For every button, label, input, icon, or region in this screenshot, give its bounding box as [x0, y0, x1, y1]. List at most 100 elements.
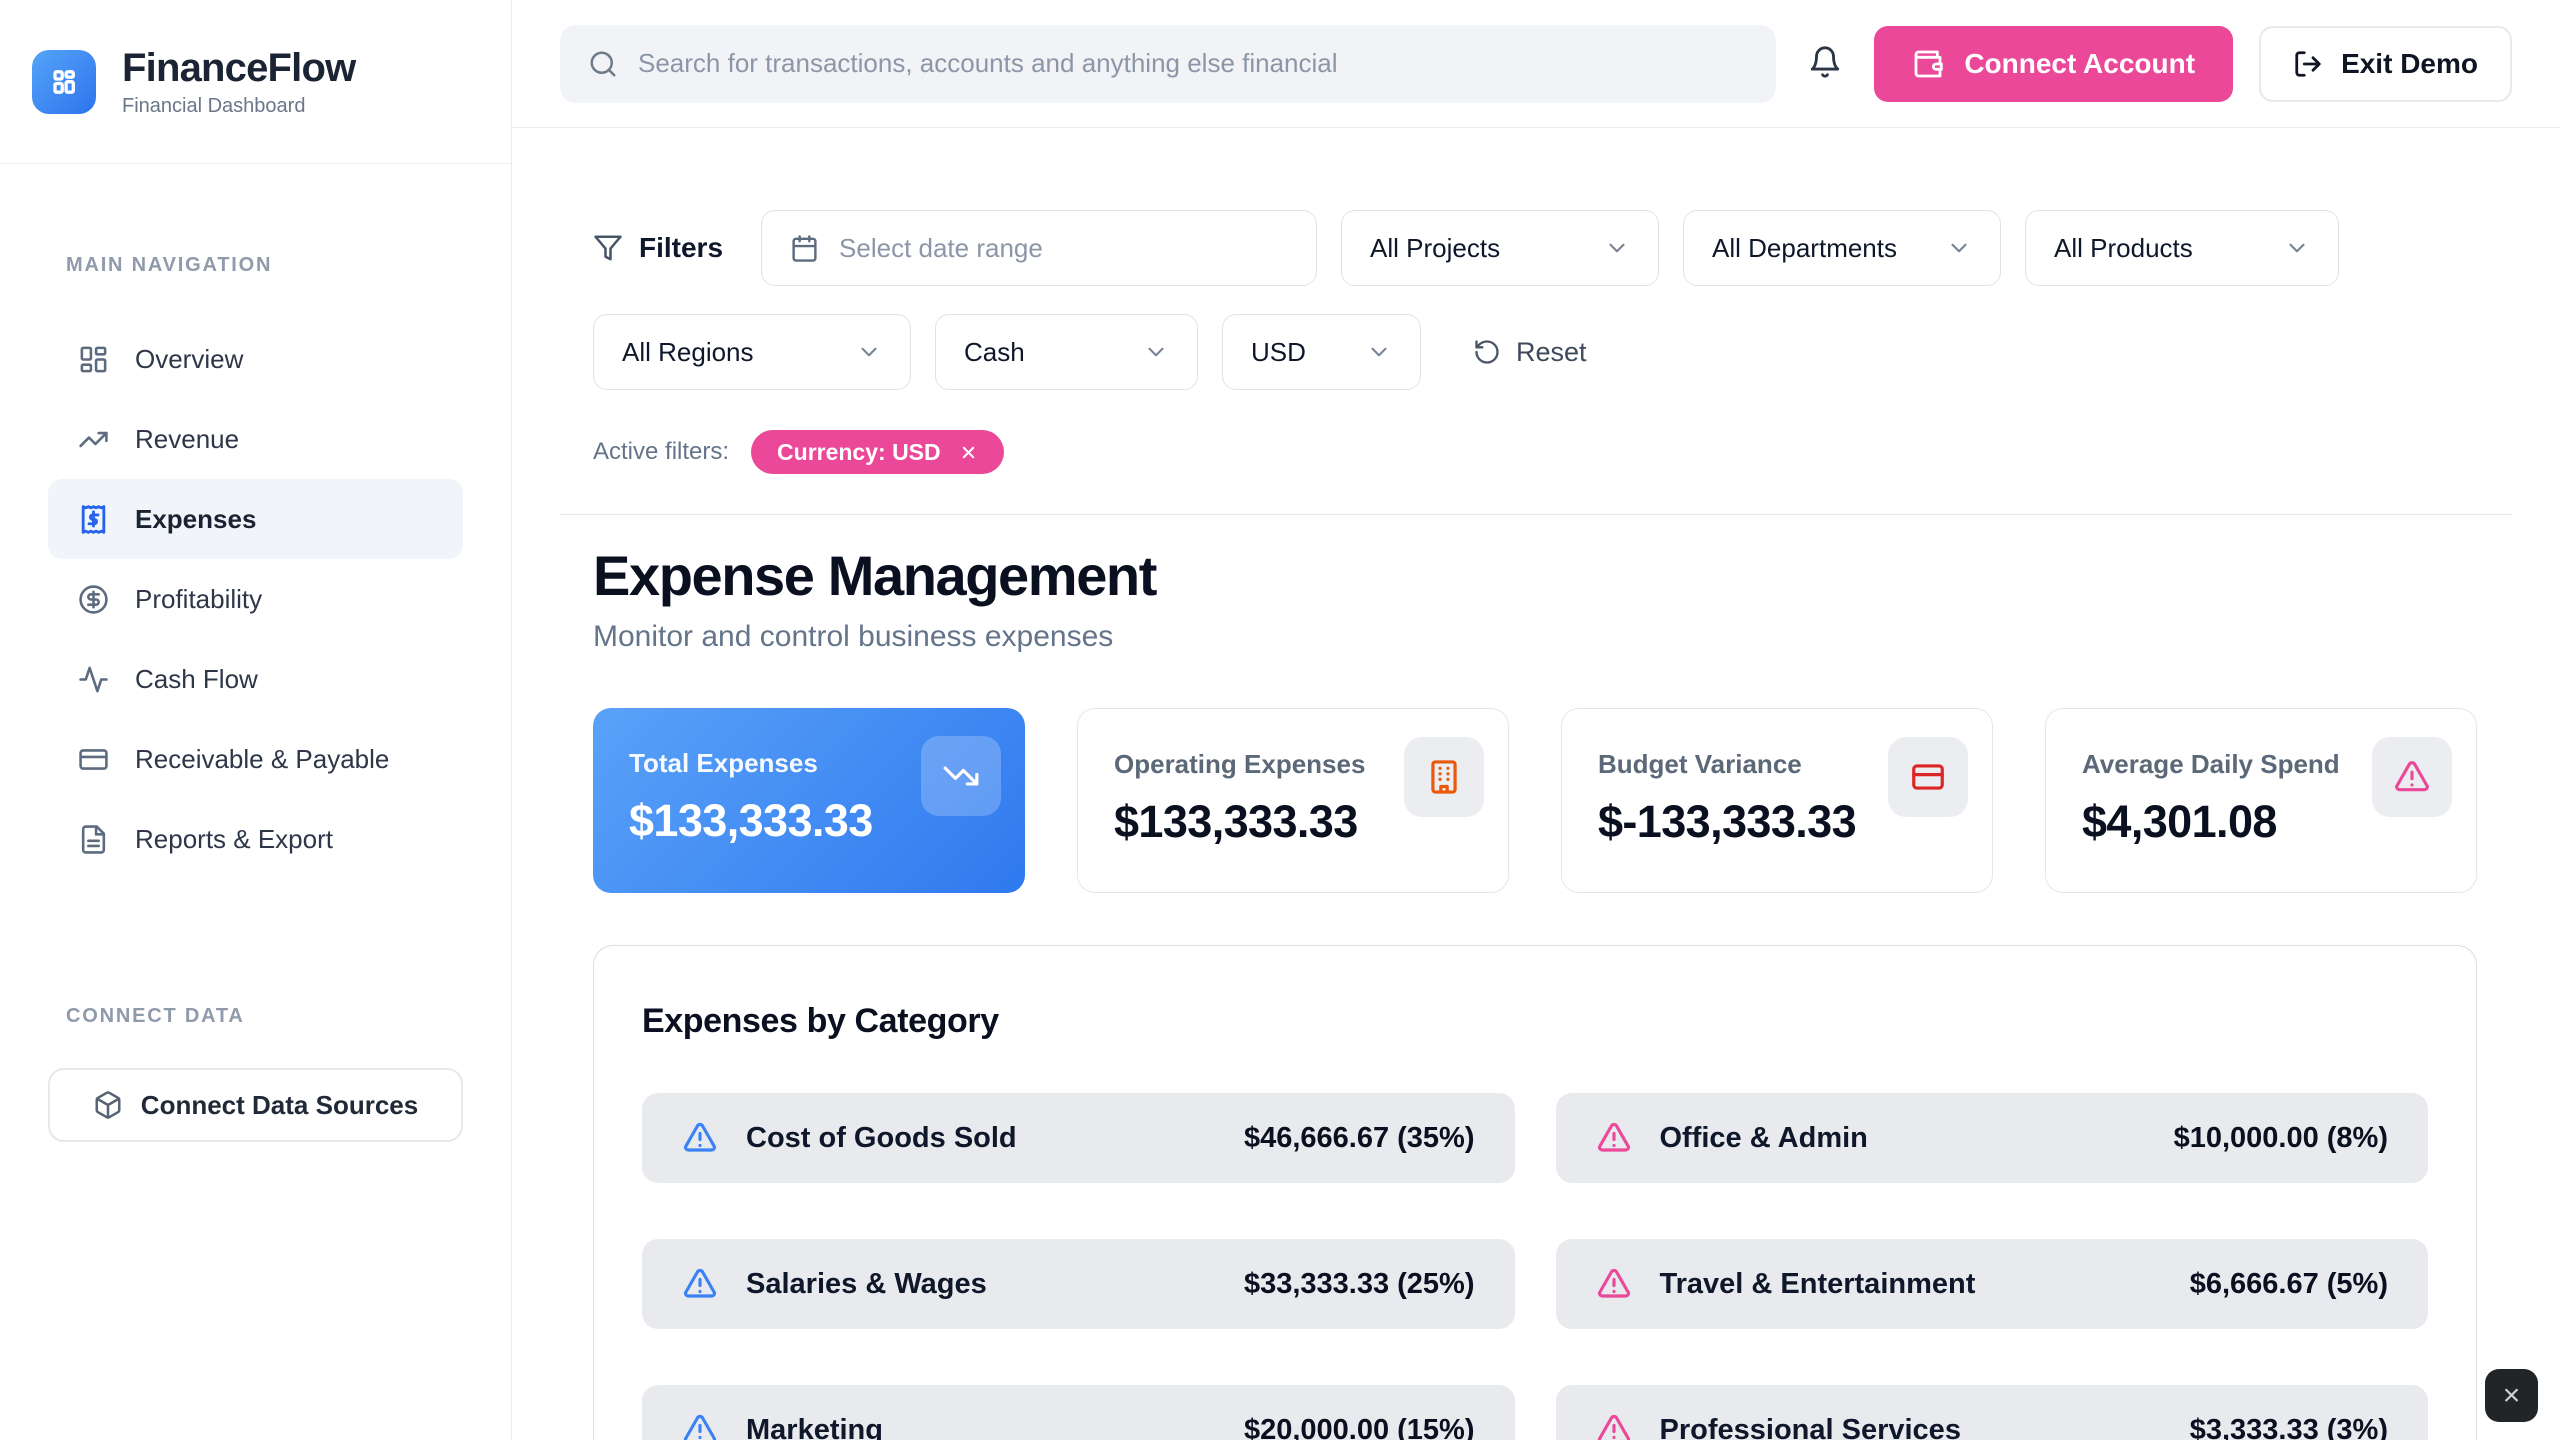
- currency-value: USD: [1251, 337, 1346, 368]
- category-row-cost-of-goods-sold[interactable]: Cost of Goods Sold $46,666.67 (35%): [642, 1093, 1515, 1183]
- category-value: $46,666.67 (35%): [1244, 1122, 1475, 1155]
- sidebar-item-receivable-payable[interactable]: Receivable & Payable: [48, 719, 463, 799]
- sidebar-item-label: Profitability: [135, 584, 262, 615]
- category-label: Office & Admin: [1660, 1122, 2146, 1155]
- app-logo: [32, 50, 96, 114]
- stat-icon-chip: [1404, 737, 1484, 817]
- sidebar-item-label: Receivable & Payable: [135, 744, 389, 775]
- chevron-down-icon: [1366, 339, 1392, 365]
- chevron-down-icon: [1604, 235, 1630, 261]
- sidebar-item-profitability[interactable]: Profitability: [48, 559, 463, 639]
- active-filter-chip-label: Currency: USD: [777, 439, 941, 466]
- exit-demo-label: Exit Demo: [2341, 48, 2478, 80]
- main-navigation-label: MAIN NAVIGATION: [66, 254, 511, 277]
- payment-method-dropdown[interactable]: Cash: [935, 314, 1198, 390]
- reset-filters-button[interactable]: Reset: [1473, 337, 1587, 368]
- regions-filter-value: All Regions: [622, 337, 836, 368]
- category-row-professional-services[interactable]: Professional Services $3,333.33 (3%): [1556, 1385, 2429, 1440]
- products-filter-dropdown[interactable]: All Products: [2025, 210, 2339, 286]
- category-label: Cost of Goods Sold: [746, 1122, 1216, 1155]
- projects-filter-dropdown[interactable]: All Projects: [1341, 210, 1659, 286]
- close-icon: ×: [2503, 1379, 2521, 1413]
- notifications-button[interactable]: [1802, 45, 1848, 82]
- projects-filter-value: All Projects: [1370, 233, 1584, 264]
- content: Filters Select date range All Projects: [512, 128, 2560, 1440]
- calendar-icon: [790, 234, 819, 263]
- credit-card-icon: [1909, 758, 1947, 796]
- sidebar: FinanceFlow Financial Dashboard MAIN NAV…: [0, 0, 512, 1440]
- category-row-salaries-wages[interactable]: Salaries & Wages $33,333.33 (25%): [642, 1239, 1515, 1329]
- file-text-icon: [78, 824, 109, 855]
- active-filters-label: Active filters:: [593, 438, 729, 466]
- category-list: Cost of Goods Sold $46,666.67 (35%) Offi…: [642, 1093, 2428, 1440]
- stat-cards: Total Expenses $133,333.33 Operating Exp…: [593, 708, 2477, 893]
- sidebar-item-label: Cash Flow: [135, 664, 258, 695]
- filters-toggle[interactable]: Filters: [593, 232, 723, 264]
- chevron-down-icon: [1946, 235, 1972, 261]
- circle-dollar-icon: [78, 584, 109, 615]
- departments-filter-dropdown[interactable]: All Departments: [1683, 210, 2001, 286]
- category-row-marketing[interactable]: Marketing $20,000.00 (15%): [642, 1385, 1515, 1440]
- stat-card-total-expenses[interactable]: Total Expenses $133,333.33: [593, 708, 1025, 893]
- dashboard-icon: [78, 344, 109, 375]
- departments-filter-value: All Departments: [1712, 233, 1926, 264]
- funnel-icon: [593, 233, 623, 263]
- regions-filter-dropdown[interactable]: All Regions: [593, 314, 911, 390]
- sidebar-item-overview[interactable]: Overview: [48, 319, 463, 399]
- connect-data-label: CONNECT DATA: [66, 1005, 511, 1028]
- stat-card-average-daily-spend[interactable]: Average Daily Spend $4,301.08: [2045, 708, 2477, 893]
- app-title: FinanceFlow: [122, 46, 355, 91]
- products-filter-value: All Products: [2054, 233, 2264, 264]
- search-bar[interactable]: [560, 25, 1776, 103]
- sidebar-item-label: Overview: [135, 344, 243, 375]
- category-label: Salaries & Wages: [746, 1268, 1216, 1301]
- chevron-down-icon: [856, 339, 882, 365]
- sidebar-item-revenue[interactable]: Revenue: [48, 399, 463, 479]
- top-bar: Connect Account Exit Demo: [512, 0, 2560, 128]
- currency-dropdown[interactable]: USD: [1222, 314, 1421, 390]
- connect-data-sources-label: Connect Data Sources: [141, 1090, 418, 1121]
- receipt-icon: [78, 504, 109, 535]
- filters-panel: Filters Select date range All Projects: [593, 210, 2477, 474]
- alert-triangle-icon: [682, 1266, 718, 1302]
- expenses-by-category-title: Expenses by Category: [642, 1002, 2428, 1041]
- category-value: $10,000.00 (8%): [2174, 1122, 2388, 1155]
- search-input[interactable]: [638, 48, 1748, 79]
- sidebar-item-cash-flow[interactable]: Cash Flow: [48, 639, 463, 719]
- date-range-picker[interactable]: Select date range: [761, 210, 1317, 286]
- trending-down-icon: [942, 757, 980, 795]
- alert-triangle-icon: [1596, 1120, 1632, 1156]
- alert-triangle-icon: [682, 1412, 718, 1440]
- close-icon[interactable]: [959, 443, 978, 462]
- sidebar-item-expenses[interactable]: Expenses: [48, 479, 463, 559]
- category-value: $3,333.33 (3%): [2190, 1414, 2388, 1440]
- building-icon: [1425, 758, 1463, 796]
- connect-data-sources-button[interactable]: Connect Data Sources: [48, 1068, 463, 1142]
- sidebar-item-label: Revenue: [135, 424, 239, 455]
- category-value: $6,666.67 (5%): [2190, 1268, 2388, 1301]
- category-value: $33,333.33 (25%): [1244, 1268, 1475, 1301]
- app-logo-row: FinanceFlow Financial Dashboard: [0, 0, 511, 164]
- page-subtitle: Monitor and control business expenses: [593, 620, 2477, 654]
- wallet-icon: [1912, 48, 1944, 80]
- stat-card-operating-expenses[interactable]: Operating Expenses $133,333.33: [1077, 708, 1509, 893]
- category-value: $20,000.00 (15%): [1244, 1414, 1475, 1440]
- stat-icon-chip: [921, 736, 1001, 816]
- category-label: Travel & Entertainment: [1660, 1268, 2162, 1301]
- rotate-ccw-icon: [1473, 338, 1501, 366]
- category-row-office-admin[interactable]: Office & Admin $10,000.00 (8%): [1556, 1093, 2429, 1183]
- page-title: Expense Management: [593, 543, 2477, 608]
- stat-card-budget-variance[interactable]: Budget Variance $-133,333.33: [1561, 708, 1993, 893]
- overlay-close-button[interactable]: ×: [2485, 1369, 2538, 1422]
- main-navigation: Overview Revenue Expenses Profitability: [0, 319, 511, 879]
- exit-demo-button[interactable]: Exit Demo: [2259, 26, 2512, 102]
- search-icon: [588, 49, 618, 79]
- dashboard-logo-icon: [46, 64, 82, 100]
- category-row-travel-entertainment[interactable]: Travel & Entertainment $6,666.67 (5%): [1556, 1239, 2429, 1329]
- sidebar-item-reports-export[interactable]: Reports & Export: [48, 799, 463, 879]
- activity-icon: [78, 664, 109, 695]
- main-area: Connect Account Exit Demo Filters: [512, 0, 2560, 1440]
- connect-account-button[interactable]: Connect Account: [1874, 26, 2233, 102]
- trending-up-icon: [78, 424, 109, 455]
- active-filter-chip-currency[interactable]: Currency: USD: [751, 430, 1004, 474]
